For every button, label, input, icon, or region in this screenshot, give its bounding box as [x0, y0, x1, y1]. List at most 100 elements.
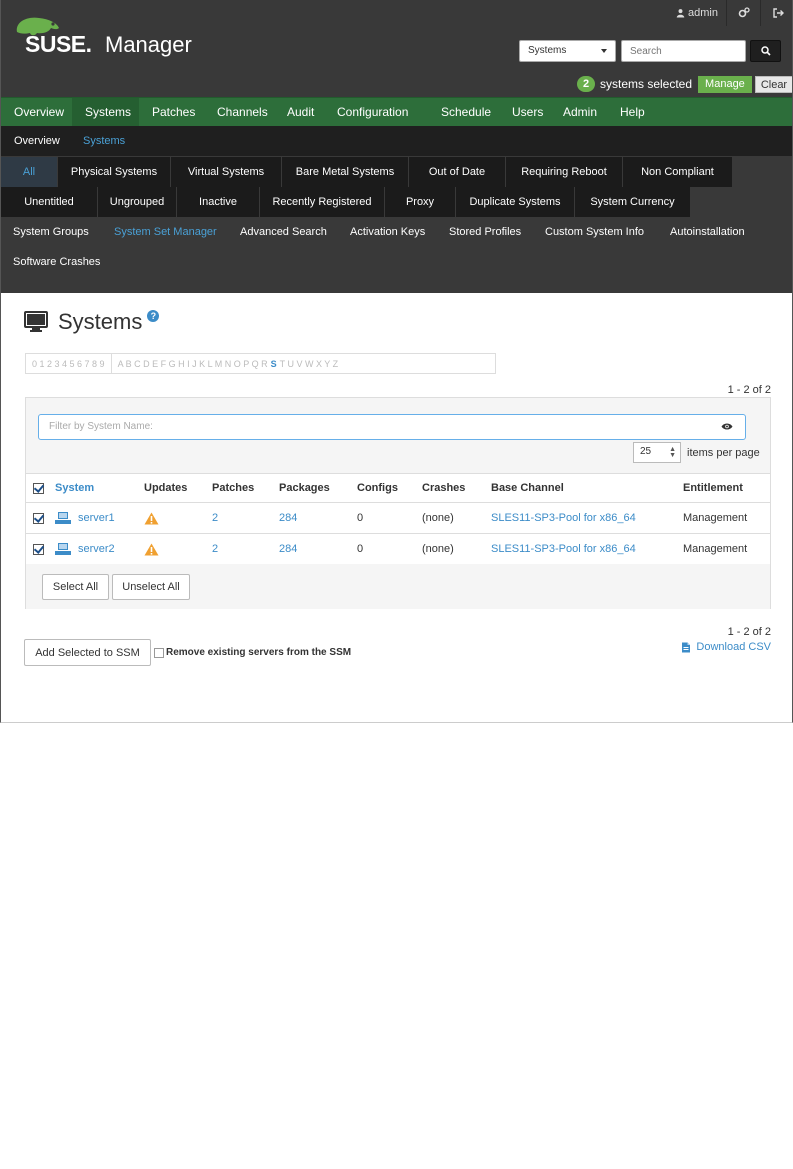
tab-inactive[interactable]: Inactive — [177, 187, 259, 217]
nav-schedule[interactable]: Schedule — [428, 98, 499, 126]
col-crashes: Crashes — [422, 482, 466, 494]
tab-recently-registered[interactable]: Recently Registered — [260, 187, 384, 217]
search-input[interactable] — [621, 40, 746, 62]
row-checkbox[interactable] — [33, 543, 44, 555]
unselect-all-button[interactable]: Unselect All — [112, 574, 190, 600]
eye-icon[interactable] — [721, 422, 733, 431]
patches-link[interactable]: 2 — [212, 503, 218, 533]
updates-cell — [144, 534, 159, 564]
warning-icon[interactable] — [144, 543, 159, 556]
nav-help[interactable]: Help — [607, 98, 657, 126]
tab-ungrouped[interactable]: Ungrouped — [98, 187, 176, 217]
col-configs: Configs — [357, 482, 398, 494]
tab-non-compliant[interactable]: Non Compliant — [623, 157, 732, 187]
nav-users[interactable]: Users — [499, 98, 550, 126]
tab-virtual-systems[interactable]: Virtual Systems — [171, 157, 281, 187]
link-system-groups[interactable]: System Groups — [13, 226, 89, 238]
server-icon — [55, 512, 71, 524]
system-link[interactable]: server2 — [78, 534, 115, 564]
systems-panel: Filter by System Name: 25 ▲ ▼ items per p… — [25, 397, 771, 609]
link-advanced-search[interactable]: Advanced Search — [240, 226, 327, 238]
tab-physical-systems[interactable]: Physical Systems — [58, 157, 170, 187]
select-all-button[interactable]: Select All — [42, 574, 109, 600]
server-icon — [55, 543, 71, 555]
suse-logo[interactable]: SUSE. Manager — [13, 14, 203, 60]
systems-table: System Updates Patches Packages Configs … — [26, 473, 770, 565]
tab-duplicate-systems[interactable]: Duplicate Systems — [456, 187, 574, 217]
packages-link[interactable]: 284 — [279, 534, 297, 564]
download-csv-link[interactable]: Download CSV — [681, 641, 771, 653]
select-all-checkbox[interactable] — [33, 482, 44, 494]
subnav-overview[interactable]: Overview — [14, 135, 60, 147]
alpha-letters-after[interactable]: T U V W X Y Z — [280, 359, 339, 369]
nav-channels[interactable]: Channels — [204, 98, 274, 126]
selected-label: systems selected — [600, 77, 693, 91]
tab-proxy[interactable]: Proxy — [385, 187, 455, 217]
base-channel-link[interactable]: SLES11-SP3-Pool for x86_64 — [491, 503, 636, 533]
nav-configuration[interactable]: Configuration — [324, 98, 428, 126]
nav-overview[interactable]: Overview — [1, 98, 72, 126]
link-autoinstallation[interactable]: Autoinstallation — [670, 226, 745, 238]
file-icon — [682, 642, 691, 652]
filter-by-system-name-input[interactable]: Filter by System Name: — [38, 414, 746, 440]
page-title: Systems — [58, 309, 143, 334]
packages-link[interactable]: 284 — [279, 503, 297, 533]
items-per-page-select[interactable]: 25 ▲ ▼ — [633, 442, 681, 463]
sign-out-button[interactable] — [760, 0, 792, 26]
col-updates: Updates — [144, 482, 188, 494]
alpha-digits[interactable]: 0 1 2 3 4 5 6 7 8 9 — [32, 359, 105, 369]
nav-audit[interactable]: Audit — [274, 98, 324, 126]
tab-all[interactable]: All — [1, 157, 57, 187]
row-checkbox-cell[interactable] — [33, 534, 44, 564]
col-entitlement: Entitlement — [683, 482, 743, 494]
warning-icon[interactable] — [144, 512, 159, 525]
help-icon[interactable]: ? — [147, 310, 160, 322]
link-software-crashes[interactable]: Software Crashes — [13, 256, 100, 268]
link-system-set-manager[interactable]: System Set Manager — [114, 226, 217, 238]
row-checkbox-cell[interactable] — [33, 503, 44, 533]
row-checkbox[interactable] — [33, 512, 44, 524]
gears-icon — [738, 7, 750, 18]
nav-patches[interactable]: Patches — [139, 98, 204, 126]
spinner-arrows-icon: ▲ ▼ — [669, 446, 676, 459]
col-system[interactable]: System — [55, 474, 94, 502]
entitlement-value: Management — [683, 512, 748, 524]
tab-requiring-reboot[interactable]: Requiring Reboot — [506, 157, 622, 187]
nav-admin[interactable]: Admin — [550, 98, 607, 126]
patches-link[interactable]: 2 — [212, 534, 218, 564]
link-custom-system-info[interactable]: Custom System Info — [545, 226, 644, 238]
tab-unentitled[interactable]: Unentitled — [1, 187, 97, 217]
product-name: Manager — [105, 32, 192, 57]
add-selected-to-ssm-button[interactable]: Add Selected to SSM — [24, 639, 151, 666]
remove-existing-checkbox[interactable] — [154, 647, 164, 658]
sub-nav: Overview Systems — [1, 126, 792, 156]
link-stored-profiles[interactable]: Stored Profiles — [449, 226, 521, 238]
search-button[interactable] — [750, 40, 781, 62]
nav-systems[interactable]: Systems — [72, 98, 139, 126]
link-activation-keys[interactable]: Activation Keys — [350, 226, 425, 238]
tab-bare-metal-systems[interactable]: Bare Metal Systems — [282, 157, 408, 187]
download-csv-label[interactable]: Download CSV — [696, 641, 771, 653]
user-menu[interactable]: admin — [668, 0, 726, 26]
base-channel-link[interactable]: SLES11-SP3-Pool for x86_64 — [491, 534, 636, 564]
page-header: Systems ? — [24, 309, 160, 335]
col-patches: Patches — [212, 482, 255, 494]
pagination-count-bottom: 1 - 2 of 2 — [727, 626, 771, 638]
tab-out-of-date[interactable]: Out of Date — [409, 157, 505, 187]
subnav-systems[interactable]: Systems — [83, 135, 125, 147]
remove-existing-option: Remove existing servers from the SSM — [154, 647, 351, 658]
search-scope-select[interactable]: Systems — [519, 40, 616, 62]
select-all-checkbox-cell[interactable] — [33, 474, 44, 502]
tab-system-currency[interactable]: System Currency — [575, 187, 690, 217]
col-packages: Packages — [279, 482, 330, 494]
system-link[interactable]: server1 — [78, 503, 115, 533]
system-filter-tabs: All Physical Systems Virtual Systems Bar… — [1, 156, 792, 293]
filter-placeholder: Filter by System Name: — [49, 421, 153, 432]
remove-existing-label[interactable]: Remove existing servers from the SSM — [166, 647, 351, 658]
preferences-button[interactable] — [726, 0, 760, 26]
alpha-active-letter[interactable]: S — [271, 359, 277, 369]
manage-button[interactable]: Manage — [698, 75, 752, 93]
alpha-letters-before[interactable]: A B C D E F G H I J K L M N O P Q R — [118, 359, 268, 369]
clear-button[interactable]: Clear — [754, 75, 792, 93]
col-base-channel: Base Channel — [491, 482, 564, 494]
